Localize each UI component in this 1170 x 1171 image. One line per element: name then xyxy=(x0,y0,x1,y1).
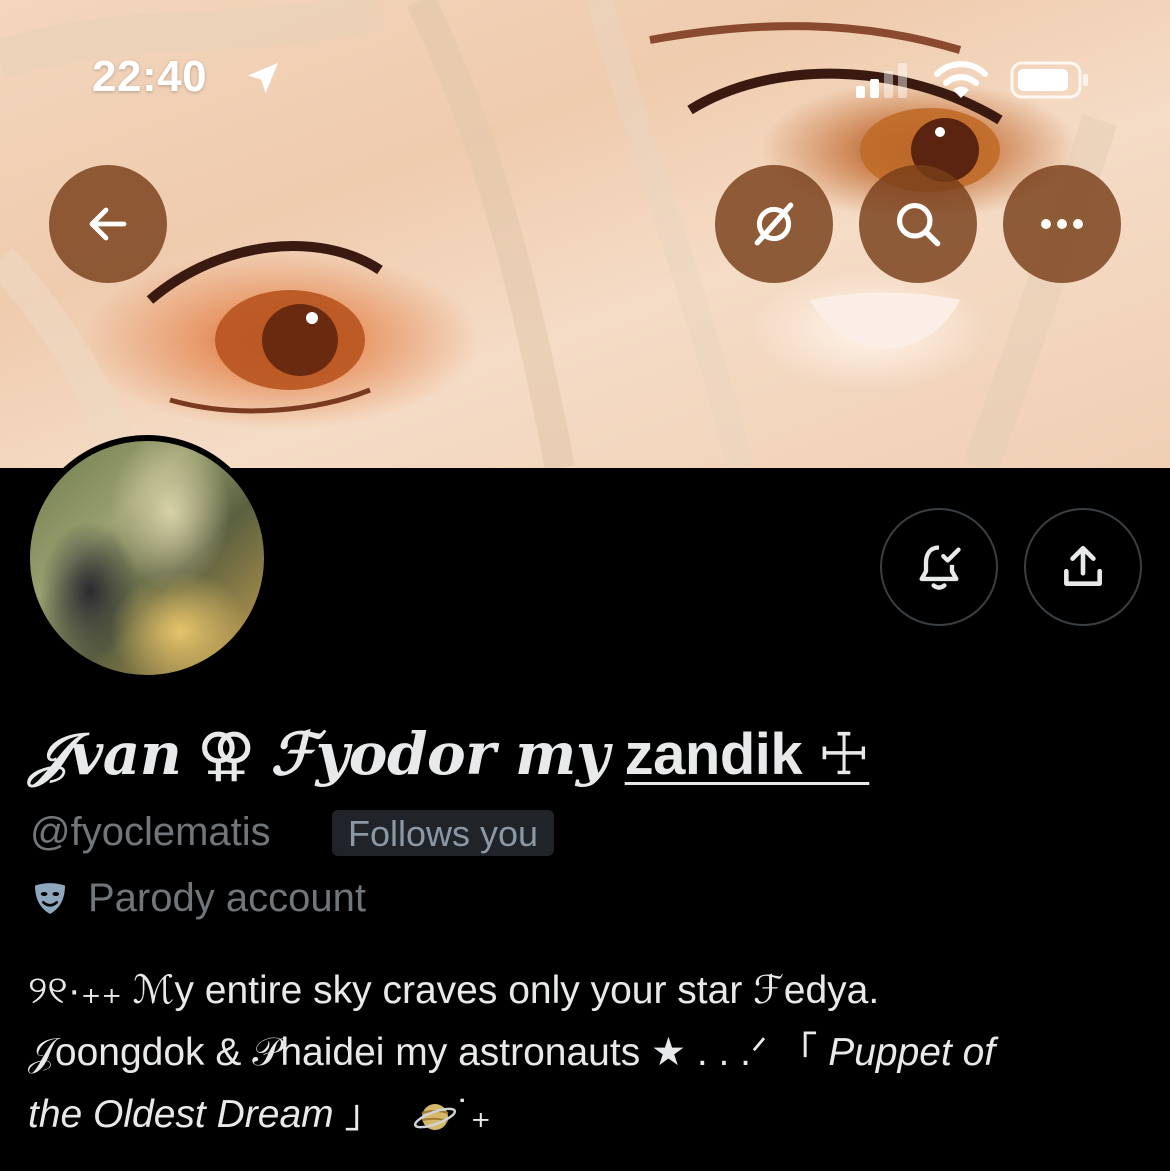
bio-line-3: the Oldest Dream 」 ˙₊ xyxy=(28,1084,1148,1146)
follows-you-badge: Follows you xyxy=(332,810,555,856)
bio-line-2: 𝒥oongdok & 𝒫haidei my astronauts ★ . . .… xyxy=(28,1022,1148,1084)
display-name-symbol: ⚢ xyxy=(197,722,255,787)
profile-banner[interactable]: 22:40 xyxy=(0,0,1170,468)
wifi-icon xyxy=(934,61,988,98)
grok-button[interactable] xyxy=(715,165,833,283)
theater-mask-icon xyxy=(35,882,65,914)
bio-line-1: ୨୧·₊₊ ℳy entire sky craves only your sta… xyxy=(28,969,880,1012)
bio-line-3-italic: the Oldest Dream xyxy=(28,1093,334,1136)
bio-line-3-tail: ˙₊ xyxy=(457,1093,492,1136)
cellular-signal-icon xyxy=(856,63,907,98)
share-icon xyxy=(1064,545,1102,586)
bio-line-3-close: 」 xyxy=(344,1093,384,1136)
user-handle: @fyoclematis xyxy=(30,810,271,854)
more-button[interactable] xyxy=(1003,165,1121,283)
display-name-part1: 𝒥van xyxy=(30,720,182,788)
battery-icon xyxy=(1010,61,1088,99)
profile-bio: ୨୧·₊₊ ℳy entire sky craves only your sta… xyxy=(28,960,1148,1146)
display-name-part2: ℱyodor my xyxy=(270,720,610,788)
bell-check-icon xyxy=(919,545,961,590)
search-icon xyxy=(896,202,941,247)
ringed-planet-icon xyxy=(414,1103,457,1130)
avatar-image xyxy=(30,441,264,675)
arrow-left-icon xyxy=(89,207,127,241)
more-horizontal-icon xyxy=(1041,219,1083,229)
parody-account-label[interactable]: Parody account xyxy=(30,876,366,921)
back-button[interactable] xyxy=(49,165,167,283)
display-name: 𝒥van ⚢ ℱyodor my zandik ☩ xyxy=(30,720,870,789)
grok-icon xyxy=(754,202,794,246)
notifications-button[interactable] xyxy=(880,508,998,626)
status-time: 22:40 xyxy=(92,52,208,101)
share-button[interactable] xyxy=(1024,508,1142,626)
bio-line-2-italic: Puppet of xyxy=(828,1031,996,1074)
display-name-link[interactable]: zandik ☩ xyxy=(625,722,870,787)
bio-line-2-text: 𝒥oongdok & 𝒫haidei my astronauts ★ . . .… xyxy=(28,1031,818,1074)
avatar[interactable] xyxy=(24,435,270,681)
search-button[interactable] xyxy=(859,165,977,283)
parody-text: Parody account xyxy=(88,876,366,920)
location-arrow-icon xyxy=(248,63,278,93)
